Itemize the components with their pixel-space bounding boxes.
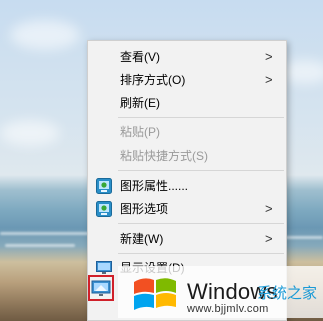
watermark-url: www.bjjmlv.com [187, 303, 269, 315]
menu-item-label: 图形选项 [120, 202, 169, 216]
menu-item-paste[interactable]: 粘贴(P) [88, 121, 286, 143]
display-settings-icon [96, 261, 112, 274]
highlight-box [88, 275, 114, 301]
chevron-right-icon: > [265, 72, 273, 87]
menu-separator [118, 170, 284, 171]
menu-item-graphics-properties[interactable]: 图形属性...... [88, 175, 286, 197]
chevron-right-icon: > [265, 201, 273, 216]
menu-item-new[interactable]: 新建(W) > [88, 228, 286, 250]
menu-separator [118, 223, 284, 224]
menu-item-paste-shortcut[interactable]: 粘贴快捷方式(S) [88, 145, 286, 167]
watermark-site-name: 系统之家 [257, 284, 318, 302]
windows-logo-icon [134, 278, 176, 310]
graphics-icon [96, 178, 112, 194]
graphics-icon [96, 201, 112, 217]
menu-item-sort-by[interactable]: 排序方式(O) > [88, 69, 286, 91]
menu-separator [118, 253, 284, 254]
menu-item-label: 新建(W) [120, 232, 164, 246]
menu-item-graphics-options[interactable]: 图形选项 > [88, 198, 286, 220]
menu-item-label: 刷新(E) [120, 96, 160, 110]
chevron-right-icon: > [265, 49, 273, 64]
menu-separator [118, 117, 284, 118]
menu-item-label: 粘贴(P) [120, 125, 160, 139]
menu-item-view[interactable]: 查看(V) > [88, 46, 286, 68]
menu-item-label: 粘贴快捷方式(S) [120, 149, 208, 163]
menu-item-label: 查看(V) [120, 50, 160, 64]
menu-item-label: 排序方式(O) [120, 73, 186, 87]
menu-item-label: 图形属性...... [120, 179, 189, 193]
chevron-right-icon: > [265, 231, 273, 246]
display-settings-icon [91, 280, 111, 296]
menu-item-refresh[interactable]: 刷新(E) [88, 92, 286, 114]
